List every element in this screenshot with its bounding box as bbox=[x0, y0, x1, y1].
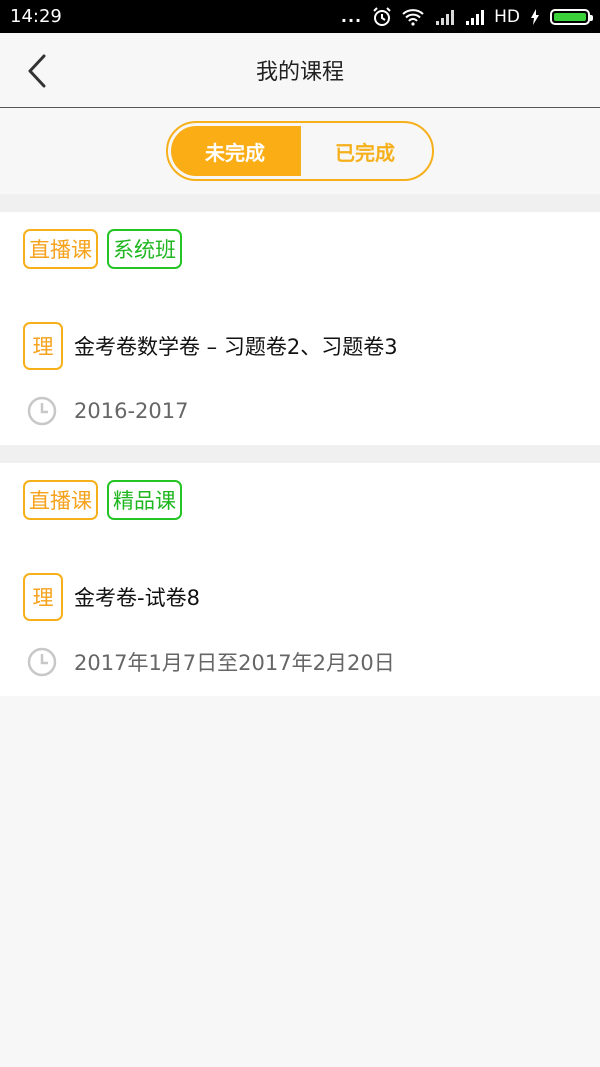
battery-level bbox=[554, 12, 586, 21]
page-title: 我的课程 bbox=[255, 60, 344, 85]
alarm-icon bbox=[372, 6, 392, 27]
course-card[interactable]: 直播课 系统班 理 金考卷数学卷 – 习题卷2、习题卷3 2016-2017 bbox=[0, 212, 600, 445]
course-title: 金考卷-试卷8 bbox=[74, 586, 200, 610]
chevron-left-icon bbox=[28, 54, 46, 88]
signal-icon-1 bbox=[434, 9, 455, 25]
course-title-row: 理 金考卷-试卷8 bbox=[23, 573, 600, 621]
course-title-row: 理 金考卷数学卷 – 习题卷2、习题卷3 bbox=[23, 322, 600, 370]
subject-badge: 理 bbox=[23, 573, 63, 621]
badge-class-type: 精品课 bbox=[107, 480, 182, 520]
tab-completed[interactable]: 已完成 bbox=[299, 126, 429, 176]
charging-icon bbox=[530, 8, 540, 25]
tab-switcher-area: 未完成 已完成 bbox=[0, 108, 600, 194]
clock-icon bbox=[27, 396, 57, 426]
divider bbox=[0, 445, 600, 463]
status-bar: 14:29 ... HD bbox=[0, 0, 600, 33]
back-button[interactable] bbox=[22, 53, 54, 89]
course-time: 2017年1月7日至2017年2月20日 bbox=[74, 651, 395, 675]
wifi-icon bbox=[402, 8, 424, 26]
battery-icon bbox=[550, 8, 593, 25]
course-title: 金考卷数学卷 – 习题卷2、习题卷3 bbox=[74, 335, 398, 359]
divider bbox=[0, 194, 600, 212]
signal-icon-2 bbox=[464, 9, 485, 25]
more-dots-icon: ... bbox=[340, 7, 363, 26]
status-time: 14:29 bbox=[10, 6, 62, 27]
badge-live: 直播课 bbox=[23, 480, 98, 520]
subject-badge: 理 bbox=[23, 322, 63, 370]
clock-icon bbox=[27, 647, 57, 677]
course-time-row: 2017年1月7日至2017年2月20日 bbox=[23, 645, 600, 679]
course-time: 2016-2017 bbox=[74, 399, 189, 423]
status-icons: ... HD bbox=[340, 6, 593, 27]
badge-class-type: 系统班 bbox=[107, 229, 182, 269]
badge-live: 直播课 bbox=[23, 229, 98, 269]
tab-incomplete[interactable]: 未完成 bbox=[171, 126, 299, 176]
course-badges: 直播课 精品课 bbox=[23, 480, 600, 520]
course-badges: 直播课 系统班 bbox=[23, 229, 600, 269]
title-bar: 我的课程 bbox=[0, 33, 600, 108]
network-type: HD bbox=[494, 6, 520, 27]
tab-switcher: 未完成 已完成 bbox=[166, 121, 434, 181]
course-card[interactable]: 直播课 精品课 理 金考卷-试卷8 2017年1月7日至2017年2月20日 bbox=[0, 463, 600, 696]
course-time-row: 2016-2017 bbox=[23, 394, 600, 428]
